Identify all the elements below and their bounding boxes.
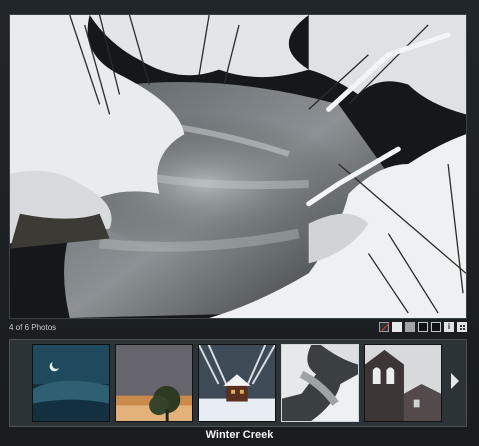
- grid-view-icon[interactable]: [457, 322, 467, 332]
- thumbnail-strip: [9, 339, 467, 427]
- photo-gallery: 4 of 6 Photos i Winter Creek: [0, 0, 479, 446]
- church-tower-image: [365, 345, 441, 421]
- thumb-sunset-tree[interactable]: [115, 344, 193, 422]
- bg-gray-icon[interactable]: [405, 322, 415, 332]
- info-icon[interactable]: i: [444, 322, 454, 332]
- main-photo[interactable]: [9, 14, 467, 319]
- chevron-right-icon: [451, 373, 459, 389]
- photo-caption: Winter Creek: [205, 429, 274, 441]
- bg-none-icon[interactable]: [379, 322, 389, 332]
- status-bar: 4 of 6 Photos i: [9, 321, 467, 335]
- winter-creek-thumb-image: [282, 345, 358, 421]
- thumb-church-tower[interactable]: [364, 344, 442, 422]
- photo-counter: 4 of 6 Photos: [9, 323, 57, 332]
- bg-black-icon[interactable]: [418, 322, 428, 332]
- moon-night-image: [33, 345, 109, 421]
- sunset-tree-image: [116, 345, 192, 421]
- thumbnail-list: [32, 344, 446, 422]
- thumb-winter-creek[interactable]: [281, 344, 359, 422]
- bg-dark-icon[interactable]: [431, 322, 441, 332]
- thumb-snow-cabin[interactable]: [198, 344, 276, 422]
- winter-creek-image: [10, 15, 466, 318]
- snow-cabin-image: [199, 345, 275, 421]
- next-arrow-icon[interactable]: [448, 370, 462, 392]
- thumb-moon-night[interactable]: [32, 344, 110, 422]
- display-controls: i: [379, 322, 467, 332]
- bg-white-icon[interactable]: [392, 322, 402, 332]
